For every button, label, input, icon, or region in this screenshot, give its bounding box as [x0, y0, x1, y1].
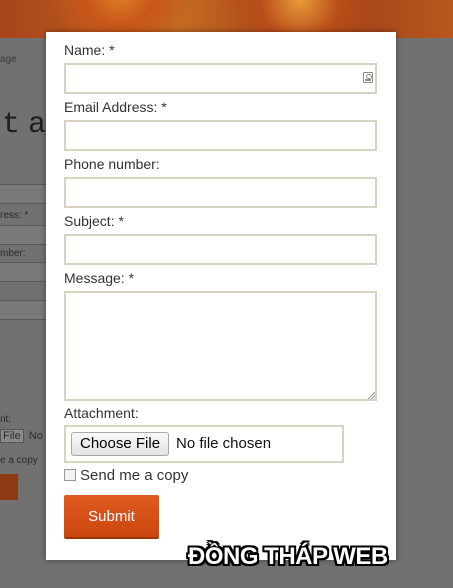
background-input — [0, 262, 47, 282]
resize-handle-icon[interactable] — [368, 392, 375, 399]
background-copy-label: e a copy — [0, 455, 38, 466]
contact-form-modal: Name: * Email Address: * Phone number: S… — [46, 32, 396, 560]
name-input[interactable] — [64, 63, 377, 94]
subject-input[interactable] — [64, 234, 377, 265]
background-submit-button — [0, 474, 18, 500]
name-label: Name: * — [64, 42, 115, 58]
background-breadcrumb: age — [0, 54, 17, 65]
phone-label: Phone number: — [64, 156, 160, 172]
attachment-file-input[interactable]: Choose File No file chosen — [64, 425, 344, 463]
contact-card-icon[interactable] — [363, 72, 373, 83]
attachment-label: Attachment: — [64, 405, 139, 421]
background-file-button: File — [0, 429, 24, 443]
background-input — [0, 184, 47, 204]
send-copy-label[interactable]: Send me a copy — [80, 467, 188, 484]
phone-input[interactable] — [64, 177, 377, 208]
file-status-text: No file chosen — [176, 435, 272, 452]
background-file-input: File No f — [0, 429, 51, 443]
watermark-logo: ĐỒNG THÁP WEB — [188, 543, 388, 570]
background-label: ress: * — [0, 210, 29, 221]
send-copy-checkbox[interactable] — [64, 469, 76, 481]
background-input — [0, 300, 47, 320]
submit-button[interactable]: Submit — [64, 495, 159, 537]
background-input — [0, 225, 47, 245]
background-label: nt: — [0, 414, 12, 425]
message-label: Message: * — [64, 270, 135, 286]
choose-file-button[interactable]: Choose File — [71, 432, 170, 456]
subject-label: Subject: * — [64, 213, 124, 229]
message-textarea[interactable] — [64, 291, 377, 401]
background-label: mber: — [0, 248, 26, 259]
email-input[interactable] — [64, 120, 377, 151]
email-label: Email Address: * — [64, 99, 167, 115]
